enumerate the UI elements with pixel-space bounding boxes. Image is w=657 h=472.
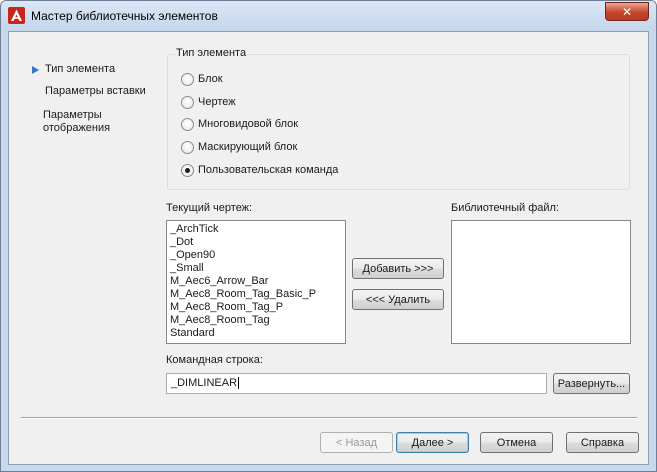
radio-multiview-block[interactable]: Многовидовой блок	[181, 116, 298, 132]
list-item[interactable]: Standard	[167, 327, 345, 340]
current-step-arrow-icon	[32, 66, 39, 74]
element-type-group-title: Тип элемента	[175, 47, 248, 59]
expand-button[interactable]: Развернуть...	[553, 373, 630, 394]
nav-step-element-type: Тип элемента	[45, 63, 116, 75]
window-title: Мастер библиотечных элементов	[31, 9, 218, 23]
list-item[interactable]: M_Aec6_Arrow_Bar	[167, 275, 345, 288]
current-drawing-label: Текущий чертеж:	[166, 202, 253, 214]
footer-separator	[21, 417, 637, 419]
text-caret	[238, 377, 240, 390]
radio-block[interactable]: Блок	[181, 71, 223, 87]
help-button[interactable]: Справка	[566, 432, 639, 453]
title-bar[interactable]: Мастер библиотечных элементов ✕	[1, 1, 656, 31]
wizard-window: Мастер библиотечных элементов ✕ Тип элем…	[0, 0, 657, 472]
radio-button[interactable]	[181, 140, 194, 154]
nav-step-display-options-line1: Параметры	[43, 109, 102, 121]
radio-button[interactable]	[181, 95, 194, 109]
list-item[interactable]: M_Aec8_Room_Tag	[167, 314, 345, 327]
nav-step-insert-options: Параметры вставки	[45, 85, 146, 97]
autocad-logo-icon	[8, 7, 25, 24]
library-file-label: Библиотечный файл:	[451, 202, 559, 214]
radio-button[interactable]	[181, 117, 194, 131]
back-button[interactable]: < Назад	[320, 432, 393, 453]
nav-step-display-options-line2: отображения	[43, 122, 111, 134]
radio-label: Маскирующий блок	[198, 141, 298, 153]
radio-label: Пользовательская команда	[198, 164, 339, 176]
radio-label: Блок	[198, 73, 223, 85]
radio-drawing[interactable]: Чертеж	[181, 94, 236, 110]
list-item[interactable]: _Small	[167, 262, 345, 275]
list-item[interactable]: M_Aec8_Room_Tag_Basic_P	[167, 288, 345, 301]
remove-button[interactable]: <<< Удалить	[352, 289, 444, 310]
radio-button-selected[interactable]	[181, 163, 194, 177]
list-item[interactable]: _Open90	[167, 249, 345, 262]
close-icon: ✕	[621, 4, 633, 19]
radio-label: Чертеж	[198, 96, 236, 108]
list-item[interactable]: _Dot	[167, 236, 345, 249]
library-file-list[interactable]	[451, 220, 631, 344]
cancel-button[interactable]: Отмена	[480, 432, 553, 453]
command-line-value: _DIMLINEAR	[171, 377, 238, 389]
radio-label: Многовидовой блок	[198, 118, 299, 130]
next-button[interactable]: Далее >	[396, 432, 469, 453]
command-line-label: Командная строка:	[166, 354, 263, 366]
radio-mask-block[interactable]: Маскирующий блок	[181, 139, 297, 155]
radio-custom-command[interactable]: Пользовательская команда	[181, 162, 338, 178]
current-drawing-list[interactable]: _ArchTick _Dot _Open90 _Small M_Aec6_Arrow_B…	[166, 220, 346, 344]
add-button[interactable]: Добавить >>>	[352, 258, 444, 279]
radio-button[interactable]	[181, 72, 194, 86]
list-item[interactable]: M_Aec8_Room_Tag_P	[167, 301, 345, 314]
close-button[interactable]: ✕	[605, 2, 649, 21]
command-line-input[interactable]: _DIMLINEAR	[166, 373, 547, 394]
dialog-body: Тип элемента Параметры вставки Параметры…	[8, 31, 649, 465]
list-item[interactable]: _ArchTick	[167, 223, 345, 236]
